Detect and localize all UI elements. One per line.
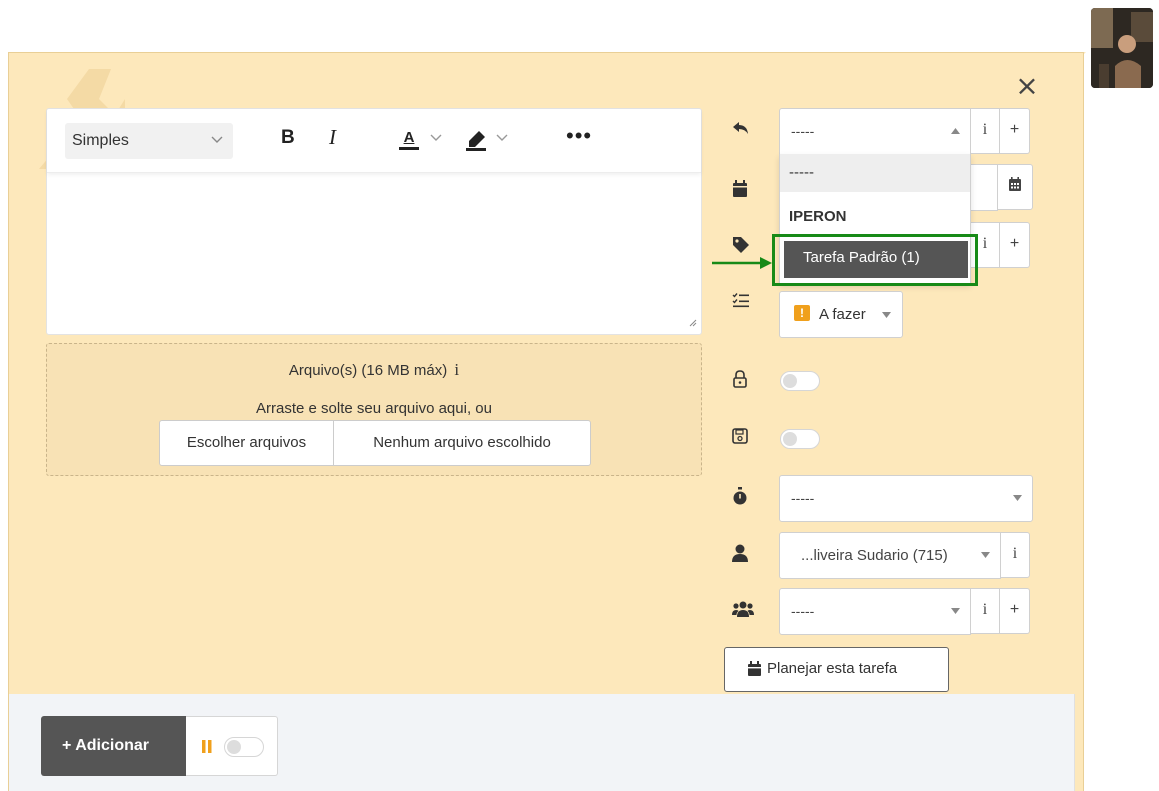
font-color-button[interactable]: A	[399, 129, 419, 150]
pause-toggle[interactable]	[224, 737, 264, 757]
save-icon	[732, 428, 752, 448]
pause-icon	[202, 740, 212, 757]
origin-add-button[interactable]: +	[1000, 108, 1030, 154]
description-editor[interactable]: Simples B I A •••	[46, 108, 702, 335]
caret-down-icon	[882, 310, 891, 320]
lock-icon	[732, 370, 752, 390]
timer-select[interactable]: -----	[779, 475, 1033, 522]
reply-icon	[732, 120, 752, 140]
status-alert-badge: !	[794, 305, 810, 321]
plan-task-label: Planejar esta tarefa	[767, 660, 898, 677]
caret-down-icon	[981, 550, 990, 560]
origin-select[interactable]: -----	[779, 108, 971, 155]
team-select-value: -----	[791, 603, 815, 619]
file-status-text: Nenhum arquivo escolhido	[373, 434, 551, 451]
toggle-knob	[783, 374, 797, 388]
resize-handle-icon[interactable]	[688, 318, 697, 330]
status-label: A fazer	[819, 306, 866, 323]
team-info-button[interactable]: i	[970, 588, 1000, 634]
pause-toggle-group	[186, 716, 278, 776]
save-toggle[interactable]	[780, 429, 820, 449]
dropdown-option-empty[interactable]: -----	[780, 154, 970, 192]
chevron-down-icon	[211, 133, 223, 147]
toggle-knob	[227, 740, 241, 754]
user-avatar[interactable]	[1091, 8, 1153, 88]
caret-down-icon	[1013, 493, 1022, 503]
highlight-annotation-box	[772, 234, 978, 286]
dropzone-instructions: Arraste e solte seu arquivo aqui, ou	[256, 400, 492, 417]
info-icon[interactable]: i	[454, 360, 459, 379]
plan-task-button[interactable]: Planejar esta tarefa	[724, 647, 949, 692]
format-select-value: Simples	[72, 132, 129, 149]
font-color-chevron-icon[interactable]	[430, 131, 442, 145]
dropzone-title: Arquivo(s) (16 MB máx) i	[47, 360, 701, 380]
team-select[interactable]: -----	[779, 588, 971, 635]
origin-info-button[interactable]: i	[970, 108, 1000, 154]
arrow-right-icon	[712, 257, 772, 269]
dropdown-group-label: IPERON	[789, 208, 847, 225]
stopwatch-icon	[732, 487, 752, 507]
responsible-select[interactable]: ...liveira Sudario (715)	[779, 532, 1001, 579]
user-icon	[732, 544, 752, 564]
timer-select-value: -----	[791, 490, 815, 506]
calendar-grid-icon	[1009, 177, 1021, 191]
bold-button[interactable]: B	[281, 127, 295, 149]
close-button[interactable]: ×	[1014, 72, 1040, 100]
calendar-icon	[747, 661, 762, 681]
more-options-button[interactable]: •••	[566, 123, 592, 149]
caret-down-icon	[951, 606, 960, 616]
highlight-marker-icon[interactable]	[465, 129, 487, 157]
add-button[interactable]: + Adicionar	[41, 716, 186, 776]
format-select[interactable]: Simples	[65, 123, 233, 159]
caret-up-icon	[951, 126, 960, 136]
status-dropdown-button[interactable]: ! A fazer	[779, 291, 903, 338]
file-input[interactable]: Escolher arquivos Nenhum arquivo escolhi…	[159, 420, 591, 466]
editor-toolbar: Simples B I A •••	[47, 109, 701, 173]
date-picker-button[interactable]	[997, 164, 1033, 210]
type-add-button[interactable]: +	[1000, 222, 1030, 268]
tag-icon	[732, 236, 752, 256]
responsible-select-value: ...liveira Sudario (715)	[801, 547, 948, 564]
users-icon	[732, 600, 754, 620]
calendar-icon	[732, 180, 752, 200]
lock-toggle[interactable]	[780, 371, 820, 391]
highlight-chevron-icon[interactable]	[496, 131, 508, 145]
dropzone-title-text: Arquivo(s) (16 MB máx)	[288, 362, 448, 379]
team-add-button[interactable]: +	[1000, 588, 1030, 634]
font-color-bar	[399, 147, 419, 150]
file-dropzone[interactable]: Arquivo(s) (16 MB máx) i Arraste e solte…	[46, 343, 702, 476]
checklist-icon	[732, 292, 752, 312]
responsible-info-button[interactable]: i	[1000, 532, 1030, 578]
font-color-letter: A	[403, 129, 415, 146]
italic-button[interactable]: I	[329, 125, 336, 150]
choose-files-button[interactable]: Escolher arquivos	[160, 421, 334, 465]
origin-select-value: -----	[791, 123, 815, 139]
toggle-knob	[783, 432, 797, 446]
